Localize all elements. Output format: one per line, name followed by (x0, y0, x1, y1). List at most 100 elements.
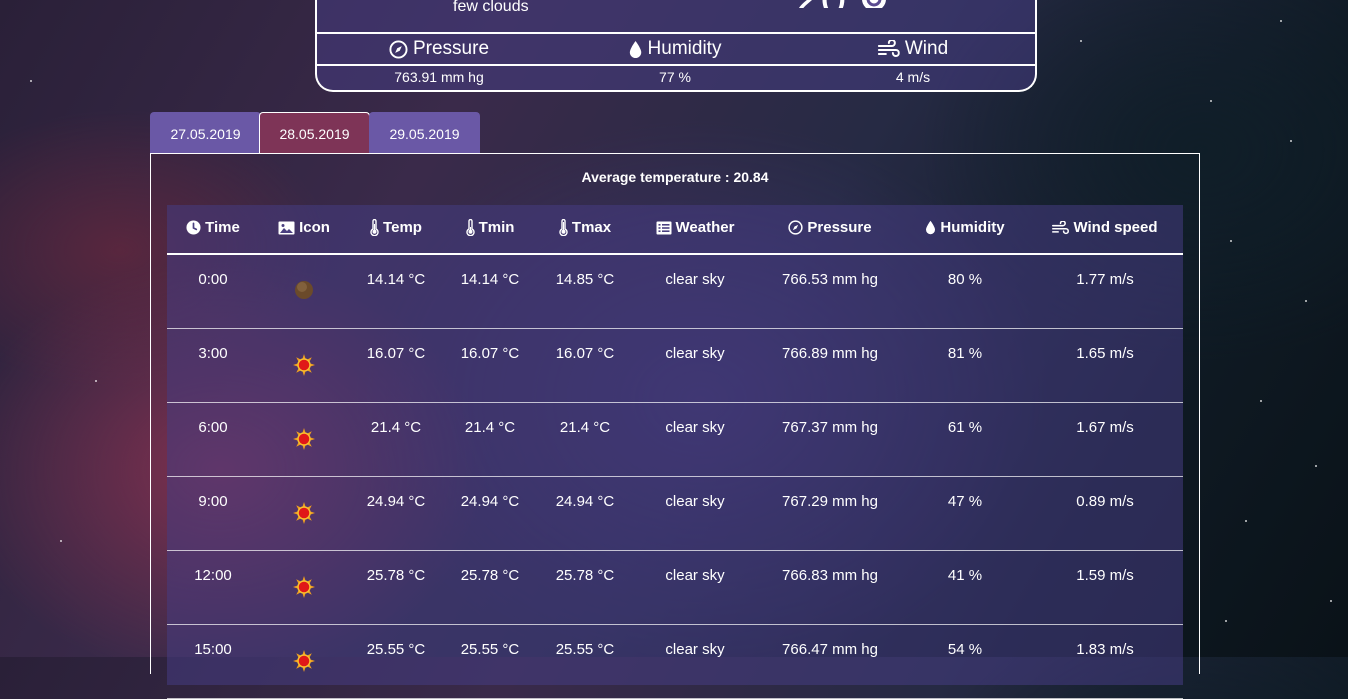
average-temperature: Average temperature : 20.84 (581, 169, 769, 185)
current-pressure-header: Pressure (389, 38, 489, 60)
table-row: 3:00 16.07 °C 16.07 °C 16.07 °C clear sky 766… (167, 328, 1183, 403)
cell-tmax: 16.07 °C (537, 328, 633, 403)
sun-icon (293, 427, 315, 450)
column-header-time: Time (167, 205, 259, 255)
cell-time: 12:00 (167, 550, 259, 625)
cell-temp: 24.94 °C (349, 476, 443, 551)
card-divider (317, 32, 1035, 34)
cell-temp: 21.4 °C (349, 402, 443, 477)
current-weather-card: few clouds 20 Pressure Humidity Wind 763… (315, 0, 1037, 92)
droplet-icon (629, 40, 642, 58)
thermometer-icon (370, 218, 379, 236)
cell-temp: 25.78 °C (349, 550, 443, 625)
cell-tmin: 25.78 °C (443, 550, 537, 625)
cell-icon (259, 254, 349, 329)
column-header-tmin: Tmin (443, 205, 537, 255)
cell-pressure: 767.37 mm hg (757, 402, 903, 477)
wind-icon (877, 40, 900, 57)
cell-tmin: 14.14 °C (443, 254, 537, 329)
cell-pressure: 766.53 mm hg (757, 254, 903, 329)
forecast-panel: Average temperature : 20.84 Time Icon Te… (150, 153, 1200, 699)
cell-tmax: 25.55 °C (537, 624, 633, 699)
cell-time: 9:00 (167, 476, 259, 551)
list-icon (656, 221, 672, 235)
cell-time: 6:00 (167, 402, 259, 477)
table-row: 15:00 25.55 °C 25.55 °C 25.55 °C clear sky 76… (167, 624, 1183, 699)
refresh-icon (861, 0, 886, 8)
cell-tmax: 24.94 °C (537, 476, 633, 551)
table-row: 9:00 24.94 °C 24.94 °C 24.94 °C clear sky 767… (167, 476, 1183, 551)
current-wind-value: 4 m/s (895, 69, 931, 85)
cell-weather: clear sky (633, 624, 757, 699)
cell-time: 3:00 (167, 328, 259, 403)
cell-temp: 16.07 °C (349, 328, 443, 403)
cell-wind: 1.59 m/s (1027, 550, 1183, 625)
cell-tmin: 16.07 °C (443, 328, 537, 403)
image-icon (278, 221, 295, 235)
cell-weather: clear sky (633, 328, 757, 403)
cell-humidity: 41 % (903, 550, 1027, 625)
thermometer-icon (465, 218, 475, 236)
table-row: 6:00 21.4 °C 21.4 °C 21.4 °C clear sky 767.37… (167, 402, 1183, 477)
cell-temp: 25.55 °C (349, 624, 443, 699)
cell-pressure: 766.89 mm hg (757, 328, 903, 403)
cell-wind: 1.67 m/s (1027, 402, 1183, 477)
cell-time: 15:00 (167, 624, 259, 699)
tab-27-05-2019[interactable]: 27.05.2019 (150, 112, 261, 154)
forecast-table-container: Time Icon Temp Tmin Tmax Weather Pressur… (167, 205, 1183, 699)
cell-tmax: 25.78 °C (537, 550, 633, 625)
tab-28-05-2019[interactable]: 28.05.2019 (259, 112, 370, 154)
cell-weather: clear sky (633, 550, 757, 625)
column-header-pressure: Pressure (757, 205, 903, 255)
cell-weather: clear sky (633, 402, 757, 477)
card-divider (317, 64, 1035, 66)
column-header-icon: Icon (259, 205, 349, 255)
sun-icon (293, 353, 315, 376)
clock-icon (186, 220, 201, 235)
cell-tmax: 21.4 °C (537, 402, 633, 477)
thermometer-icon (559, 218, 568, 236)
sun-icon (293, 575, 315, 598)
cell-time: 0:00 (167, 254, 259, 329)
cell-wind: 1.83 m/s (1027, 624, 1183, 699)
cell-wind: 1.65 m/s (1027, 328, 1183, 403)
column-header-temp: Temp (349, 205, 443, 255)
cell-tmin: 25.55 °C (443, 624, 537, 699)
column-header-humidity: Humidity (903, 205, 1027, 255)
table-header-row: Time Icon Temp Tmin Tmax Weather Pressur… (167, 205, 1183, 255)
cell-tmin: 21.4 °C (443, 402, 537, 477)
current-wind-header: Wind (877, 38, 948, 60)
cell-icon (259, 402, 349, 477)
cell-humidity: 80 % (903, 254, 1027, 329)
current-humidity-value: 77 % (659, 69, 691, 85)
cell-icon (259, 550, 349, 625)
cell-humidity: 81 % (903, 328, 1027, 403)
cell-pressure: 766.47 mm hg (757, 624, 903, 699)
cell-humidity: 47 % (903, 476, 1027, 551)
cell-icon (259, 624, 349, 699)
tab-29-05-2019[interactable]: 29.05.2019 (369, 112, 480, 154)
cell-wind: 0.89 m/s (1027, 476, 1183, 551)
cell-icon (259, 476, 349, 551)
column-header-weather: Weather (633, 205, 757, 255)
cell-tmax: 14.85 °C (537, 254, 633, 329)
cell-pressure: 767.29 mm hg (757, 476, 903, 551)
table-row: 0:00 14.14 °C 14.14 °C 14.85 °C clear sky 766… (167, 254, 1183, 329)
table-row: 12:00 25.78 °C 25.78 °C 25.78 °C clear sky 76… (167, 550, 1183, 625)
current-temperature: 20 (795, 0, 889, 8)
compass-icon (788, 220, 804, 235)
forecast-table: Time Icon Temp Tmin Tmax Weather Pressur… (167, 205, 1183, 699)
cell-temp: 14.14 °C (349, 254, 443, 329)
column-header-tmax: Tmax (537, 205, 633, 255)
sun-icon (293, 649, 315, 672)
compass-icon (389, 39, 408, 59)
cell-pressure: 766.83 mm hg (757, 550, 903, 625)
current-pressure-value: 763.91 mm hg (394, 69, 484, 85)
cell-tmin: 24.94 °C (443, 476, 537, 551)
current-humidity-header: Humidity (629, 38, 721, 60)
cell-icon (259, 328, 349, 403)
cell-humidity: 61 % (903, 402, 1027, 477)
column-header-wind-speed: Wind speed (1027, 205, 1183, 255)
droplet-icon (926, 220, 936, 235)
cell-wind: 1.77 m/s (1027, 254, 1183, 329)
